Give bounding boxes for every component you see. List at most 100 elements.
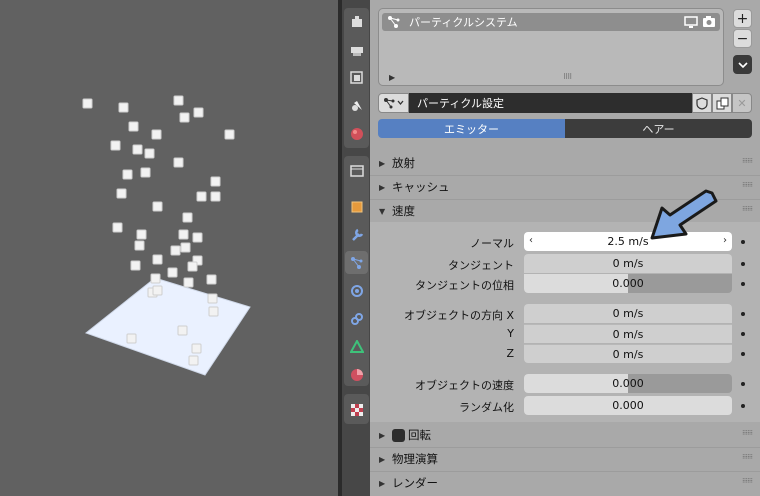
- tool-tab-icon[interactable]: [345, 10, 368, 33]
- object-align-x-field[interactable]: 0 m/s: [524, 304, 732, 323]
- particle-cube: [196, 191, 207, 202]
- panel-cache-title: キャッシュ: [392, 180, 450, 194]
- panel-grip-icon[interactable]: ⠿⠿⠿: [742, 479, 753, 485]
- particle-cube: [210, 191, 221, 202]
- chevron-down-icon: [397, 100, 404, 106]
- fake-user-button[interactable]: [692, 93, 712, 113]
- object-velocity-slider[interactable]: 0.000: [524, 374, 732, 393]
- object-data-tab-icon[interactable]: [345, 335, 368, 358]
- particle-system-name: パーティクルシステム: [409, 16, 518, 29]
- particle-cube: [112, 222, 123, 233]
- velocity-panel-body: ノーマル ‹ 2.5 m/s › タンジェント 0 m/s タンジェントの位相 …: [370, 189, 760, 422]
- keyframe-dot-icon[interactable]: [741, 312, 745, 316]
- particle-cube: [179, 112, 190, 123]
- normal-label: ノーマル: [470, 237, 514, 250]
- particle-cube: [224, 129, 235, 140]
- show-render-icon[interactable]: [702, 15, 716, 32]
- particle-cube: [152, 285, 163, 296]
- particle-cube: [132, 144, 143, 155]
- scene-tab-icon[interactable]: [345, 94, 368, 117]
- particle-cube: [188, 355, 199, 366]
- particle-cube: [140, 167, 151, 178]
- physics-tab-icon[interactable]: [345, 279, 368, 302]
- panel-grip-icon[interactable]: ⠿⠿⠿: [742, 159, 753, 165]
- particle-cube: [136, 229, 147, 240]
- particle-cube: [180, 242, 191, 253]
- constraints-tab-icon[interactable]: [345, 307, 368, 330]
- tab-hair[interactable]: ヘアー: [565, 119, 752, 138]
- specials-menu-button[interactable]: [733, 55, 752, 74]
- rotation-enable-checkbox[interactable]: [392, 428, 405, 442]
- render-tab-icon[interactable]: [345, 38, 368, 61]
- particle-cube: [208, 306, 219, 317]
- object-align-y-label: Y: [507, 327, 514, 340]
- browse-settings-button[interactable]: [378, 93, 409, 113]
- tab-emitter[interactable]: エミッター: [378, 119, 565, 138]
- particle-system-list-item[interactable]: パーティクルシステム: [382, 13, 720, 31]
- expand-arrow-icon[interactable]: ▶: [389, 73, 395, 82]
- tangent-phase-slider[interactable]: 0.000: [524, 274, 732, 293]
- particle-cube: [193, 107, 204, 118]
- particle-cube: [118, 102, 129, 113]
- material-tab-icon[interactable]: [345, 363, 368, 386]
- keyframe-dot-icon[interactable]: [741, 352, 745, 356]
- particle-cube: [167, 267, 178, 278]
- world-tab-icon[interactable]: [345, 122, 368, 145]
- show-viewport-icon[interactable]: [684, 15, 698, 32]
- collection-tab-icon[interactable]: [345, 159, 368, 182]
- decrement-arrow-icon[interactable]: ‹: [529, 235, 533, 246]
- particle-cube: [144, 148, 155, 159]
- panel-rotation[interactable]: ▶ 回転 ⠿⠿⠿: [370, 424, 760, 446]
- chevron-down-icon: [737, 61, 748, 68]
- texture-tab-icon[interactable]: [345, 398, 368, 421]
- collapsed-arrow-icon: ▶: [379, 182, 386, 192]
- particle-cube: [207, 293, 218, 304]
- particle-cube: [82, 98, 93, 109]
- particle-cube: [152, 254, 163, 265]
- randomize-slider[interactable]: 0.000: [524, 396, 732, 415]
- particle-cube: [128, 121, 139, 132]
- collapsed-arrow-icon: ▶: [379, 478, 386, 488]
- remove-particle-system-button[interactable]: −: [733, 29, 752, 48]
- object-align-y-field[interactable]: 0 m/s: [524, 324, 732, 343]
- particle-cube: [192, 232, 203, 243]
- panel-grip-icon[interactable]: ⠿⠿⠿: [742, 455, 753, 461]
- particle-cube: [110, 140, 121, 151]
- annotation-arrow-icon: [650, 189, 718, 240]
- add-particle-system-button[interactable]: +: [733, 9, 752, 28]
- keyframe-dot-icon[interactable]: [741, 382, 745, 386]
- object-align-z-field[interactable]: 0 m/s: [524, 344, 732, 363]
- modifier-tab-icon[interactable]: [345, 223, 368, 246]
- panel-rotation-title: 回転: [408, 428, 431, 442]
- panel-grip-icon[interactable]: ⠿⠿⠿: [742, 207, 753, 213]
- particle-cube: [173, 157, 184, 168]
- keyframe-dot-icon[interactable]: [741, 240, 745, 244]
- shield-icon: [696, 96, 708, 110]
- particle-settings-selector: パーティクル設定 ✕: [378, 93, 752, 113]
- particle-settings-name[interactable]: パーティクル設定: [409, 93, 692, 113]
- panel-render[interactable]: ▶ レンダー ⠿⠿⠿: [370, 472, 760, 494]
- panel-physics[interactable]: ▶ 物理演算 ⠿⠿⠿: [370, 448, 760, 470]
- particle-cube: [151, 129, 162, 140]
- tangent-field[interactable]: 0 m/s: [524, 254, 732, 273]
- particle-cube: [177, 325, 188, 336]
- collapsed-arrow-icon: ▶: [379, 158, 386, 168]
- keyframe-dot-icon[interactable]: [741, 262, 745, 266]
- unlink-settings-button[interactable]: ✕: [732, 93, 752, 113]
- particle-system-list[interactable]: パーティクルシステム ▶ ⠿⠿: [378, 8, 724, 86]
- particle-cube: [122, 169, 133, 180]
- duplicate-settings-button[interactable]: [712, 93, 732, 113]
- particles-tab-icon[interactable]: [345, 251, 368, 274]
- keyframe-dot-icon[interactable]: [741, 282, 745, 286]
- keyframe-dot-icon[interactable]: [741, 332, 745, 336]
- object-tab-icon[interactable]: [345, 195, 368, 218]
- panel-emission[interactable]: ▶ 放射 ⠿⠿⠿: [370, 152, 760, 174]
- object-velocity-label: オブジェクトの速度: [415, 379, 514, 392]
- panel-grip-icon[interactable]: ⠿⠿⠿: [742, 183, 753, 189]
- output-tab-icon[interactable]: [345, 66, 368, 89]
- 3d-viewport[interactable]: [0, 0, 338, 496]
- panel-grip-icon[interactable]: ⠿⠿⠿: [742, 431, 753, 437]
- keyframe-dot-icon[interactable]: [741, 404, 745, 408]
- list-resize-grip-icon[interactable]: ⠿⠿: [563, 73, 572, 81]
- increment-arrow-icon[interactable]: ›: [723, 235, 727, 246]
